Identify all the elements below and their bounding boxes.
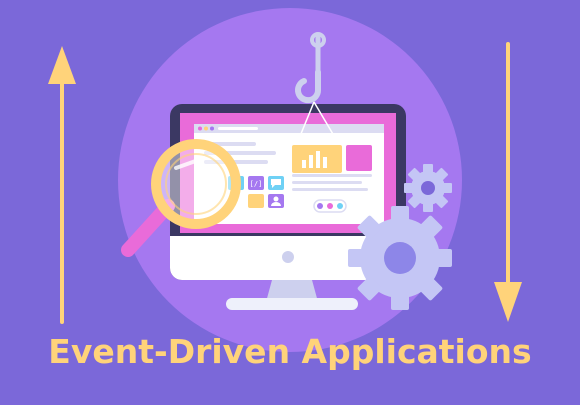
illustration-canvas: [/] Event-Driven Applications [0,0,580,405]
arrow-up-icon [48,46,76,324]
arrow-down-icon [494,42,522,322]
power-button [282,251,294,263]
gear-small-icon [404,164,452,212]
tile-folder [248,194,264,208]
headline: Event-Driven Applications [48,332,532,371]
code-tile-label: [/] [250,180,263,188]
gear-large-icon [348,206,452,310]
